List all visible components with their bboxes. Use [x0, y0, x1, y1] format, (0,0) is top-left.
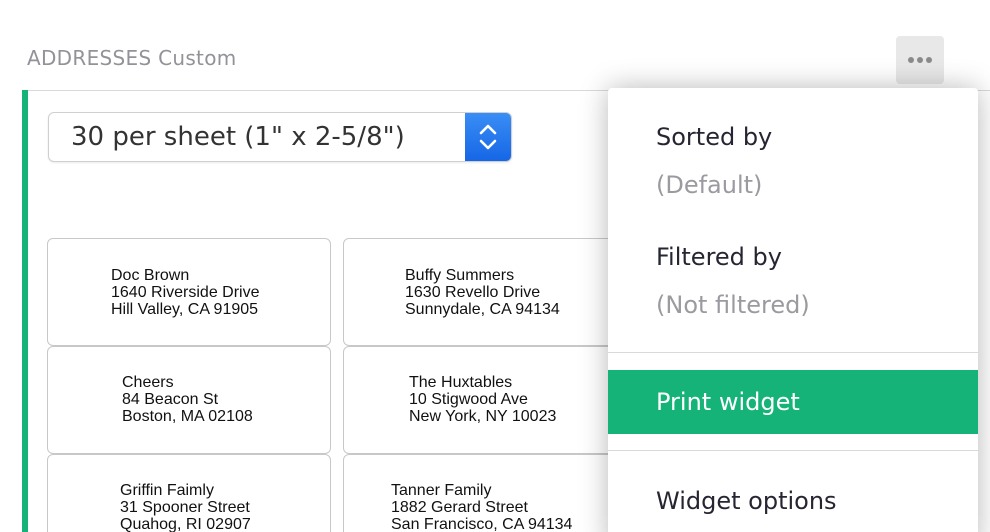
label-address: Tanner Family 1882 Gerard Street San Fra…	[391, 482, 572, 532]
label-name: Buffy Summers	[405, 267, 515, 284]
label-street: 84 Beacon St	[122, 391, 219, 408]
menu-divider	[608, 450, 978, 451]
print-widget-item[interactable]: Print widget	[608, 370, 978, 434]
label-city: Hill Valley, CA 91905	[111, 301, 259, 318]
menu-divider	[608, 352, 978, 353]
sorted-by-heading: Sorted by	[656, 123, 773, 151]
labels-per-sheet-select[interactable]: 30 per sheet (1" x 2-5/8")	[48, 112, 512, 162]
label-name: Doc Brown	[111, 267, 190, 284]
label-address: Cheers 84 Beacon St Boston, MA 02108	[122, 374, 253, 425]
sorted-by-value[interactable]: (Default)	[656, 171, 762, 199]
label-city: San Francisco, CA 94134	[391, 516, 573, 532]
widget-title: ADDRESSES Custom	[27, 46, 237, 70]
label-address: The Huxtables 10 Stigwood Ave New York, …	[409, 374, 556, 425]
label-name: Griffin Faimly	[120, 482, 214, 499]
widget-options-item[interactable]: Widget options	[608, 469, 978, 532]
label-city: Quahog, RI 02907	[120, 516, 251, 532]
label-street: 31 Spooner Street	[120, 499, 250, 516]
more-horizontal-icon	[908, 57, 914, 63]
filtered-by-value[interactable]: (Not filtered)	[656, 291, 810, 319]
select-value: 30 per sheet (1" x 2-5/8")	[71, 122, 405, 152]
filtered-by-heading: Filtered by	[656, 243, 782, 271]
label-city: Sunnydale, CA 94134	[405, 301, 560, 318]
label-street: 1630 Revello Drive	[405, 284, 541, 301]
label-street: 1640 Riverside Drive	[111, 284, 260, 301]
label-name: Tanner Family	[391, 482, 492, 499]
label-address: Buffy Summers 1630 Revello Drive Sunnyda…	[405, 267, 560, 318]
label-address: Griffin Faimly 31 Spooner Street Quahog,…	[120, 482, 251, 532]
label-city: Boston, MA 02108	[122, 408, 253, 425]
more-options-button[interactable]	[896, 36, 944, 84]
label-city: New York, NY 10023	[409, 408, 557, 425]
label-street: 1882 Gerard Street	[391, 499, 528, 516]
label-street: 10 Stigwood Ave	[409, 391, 528, 408]
widget-menu: Sorted by (Default) Filtered by (Not fil…	[608, 88, 978, 532]
label-address: Doc Brown 1640 Riverside Drive Hill Vall…	[111, 267, 260, 318]
label-name: Cheers	[122, 374, 174, 391]
active-widget-indicator	[22, 90, 28, 532]
label-name: The Huxtables	[409, 374, 513, 391]
up-down-chevron-icon[interactable]	[465, 113, 511, 161]
